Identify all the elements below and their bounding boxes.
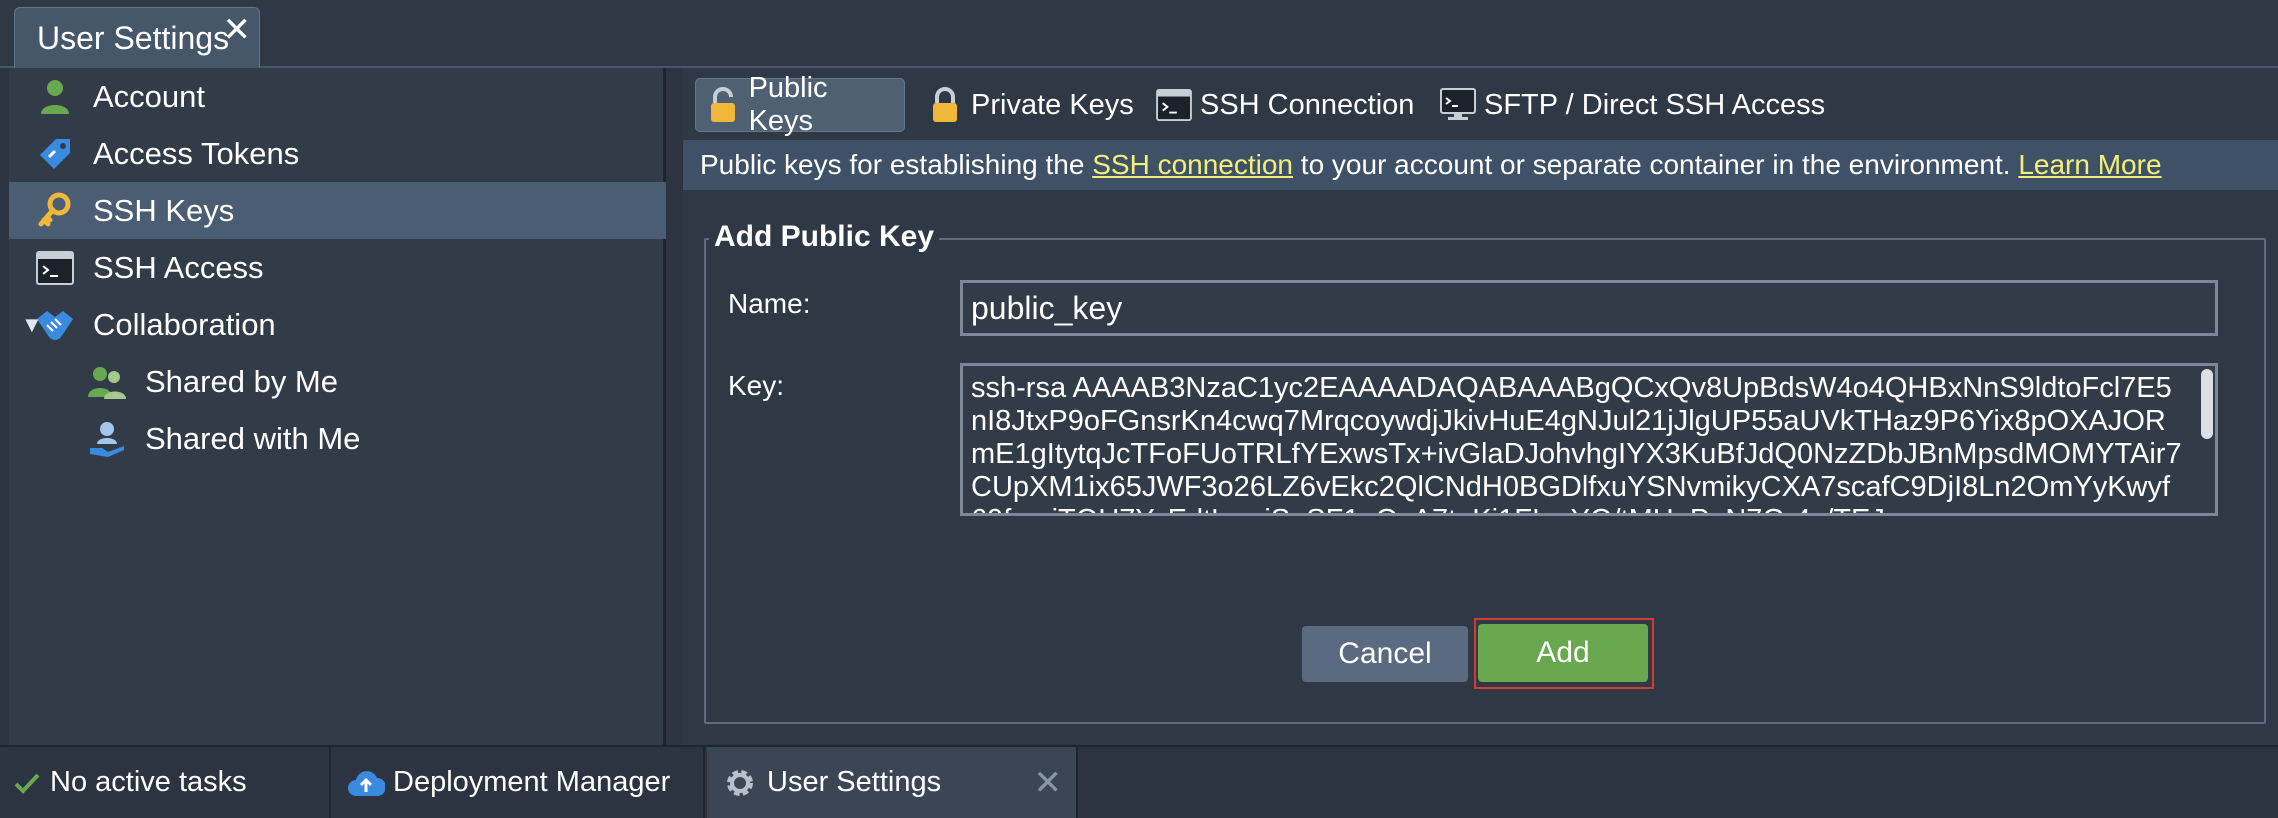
sidebar-item-label: Shared by Me xyxy=(145,363,338,399)
add-button[interactable]: Add xyxy=(1478,624,1648,682)
sidebar-item-ssh-access[interactable]: SSH Access xyxy=(9,239,666,296)
sidebar-item-label: Shared with Me xyxy=(145,420,361,456)
key-textarea-scrollbar[interactable] xyxy=(2201,369,2213,511)
user-hand-icon xyxy=(87,419,127,459)
close-icon[interactable]: ✕ xyxy=(223,10,252,50)
tab-ssh-connection[interactable]: SSH Connection xyxy=(1146,78,1424,132)
sidebar-item-account[interactable]: Account xyxy=(9,68,666,125)
sidebar-item-shared-with-me[interactable]: Shared with Me xyxy=(9,410,666,467)
token-tag-icon xyxy=(35,134,75,174)
sidebar-item-label: SSH Access xyxy=(93,249,264,285)
window-tab-user-settings[interactable]: User Settings ✕ xyxy=(14,7,260,68)
scrollbar-thumb[interactable] xyxy=(2201,369,2213,439)
main-panel: Public Keys Private Keys SSH Connection … xyxy=(683,68,2278,745)
check-icon xyxy=(12,764,42,802)
user-icon xyxy=(35,77,75,117)
tab-label: Public Keys xyxy=(748,72,828,137)
sidebar-item-label: Account xyxy=(93,78,206,114)
info-text: Public keys for establishing the xyxy=(700,149,1093,180)
key-textarea[interactable]: ssh-rsa AAAAB3NzaC1yc2EAAAADAQABAAABgQCx… xyxy=(960,363,2218,516)
sidebar-item-shared-by-me[interactable]: Shared by Me xyxy=(9,353,666,410)
sidebar-item-collaboration[interactable]: ▼ Collaboration xyxy=(9,296,666,353)
key-label: Key: xyxy=(728,370,785,401)
taskbar-user-settings[interactable]: User Settings ✕ xyxy=(707,747,1078,818)
sidebar-item-ssh-keys[interactable]: SSH Keys xyxy=(9,182,666,239)
open-lock-icon xyxy=(706,87,741,123)
key-textarea-value: ssh-rsa AAAAB3NzaC1yc2EAAAADAQABAAABgQCx… xyxy=(971,372,2182,513)
name-input-value: public_key xyxy=(971,289,1123,326)
sidebar-item-access-tokens[interactable]: Access Tokens xyxy=(9,125,666,182)
sidebar: Account Access Tokens SSH Keys SSH Acces… xyxy=(9,68,666,745)
close-icon[interactable]: ✕ xyxy=(1034,763,1063,803)
taskbar-item-label: User Settings xyxy=(767,766,942,798)
task-bar: No active tasks Deployment Manager User … xyxy=(0,745,2278,818)
taskbar-item-label: Deployment Manager xyxy=(393,766,671,798)
name-input[interactable]: public_key xyxy=(960,280,2218,336)
gear-icon xyxy=(721,764,759,802)
taskbar-deployment-manager[interactable]: Deployment Manager xyxy=(333,747,705,818)
cancel-button[interactable]: Cancel xyxy=(1302,626,1468,682)
sidebar-item-label: SSH Keys xyxy=(93,192,235,228)
fieldset-legend: Add Public Key xyxy=(709,220,940,254)
ssh-connection-link[interactable]: SSH connection xyxy=(1092,149,1293,181)
tab-private-keys[interactable]: Private Keys xyxy=(917,78,1144,132)
chevron-down-icon[interactable]: ▼ xyxy=(21,312,43,338)
sidebar-item-label: Collaboration xyxy=(93,306,276,342)
sidebar-item-label: Access Tokens xyxy=(93,135,300,171)
tab-label: SSH Connection xyxy=(1200,88,1415,121)
tab-label: SFTP / Direct SSH Access xyxy=(1484,88,1826,121)
tab-bar: Public Keys Private Keys SSH Connection … xyxy=(683,68,2278,140)
key-icon xyxy=(35,191,75,231)
window-tab-title: User Settings xyxy=(37,19,230,56)
info-text: to your account or separate container in… xyxy=(1293,149,2019,180)
tab-label: Private Keys xyxy=(971,88,1134,121)
lock-icon xyxy=(927,87,963,123)
tab-public-keys[interactable]: Public Keys xyxy=(695,72,905,137)
tasks-status-label: No active tasks xyxy=(50,766,247,798)
tasks-status[interactable]: No active tasks xyxy=(0,747,331,818)
window-tab-bar: User Settings ✕ xyxy=(0,0,2278,68)
users-icon xyxy=(87,362,127,402)
learn-more-link[interactable]: Learn More xyxy=(2018,149,2161,181)
monitor-icon xyxy=(1440,87,1476,123)
terminal-icon xyxy=(1156,87,1192,123)
cloud-upload-icon xyxy=(347,764,385,802)
terminal-icon xyxy=(35,248,75,288)
info-bar: Public keys for establishing the SSH con… xyxy=(683,140,2278,190)
name-label: Name: xyxy=(728,288,811,319)
tab-sftp-direct-ssh-access[interactable]: SFTP / Direct SSH Access xyxy=(1430,78,1835,132)
